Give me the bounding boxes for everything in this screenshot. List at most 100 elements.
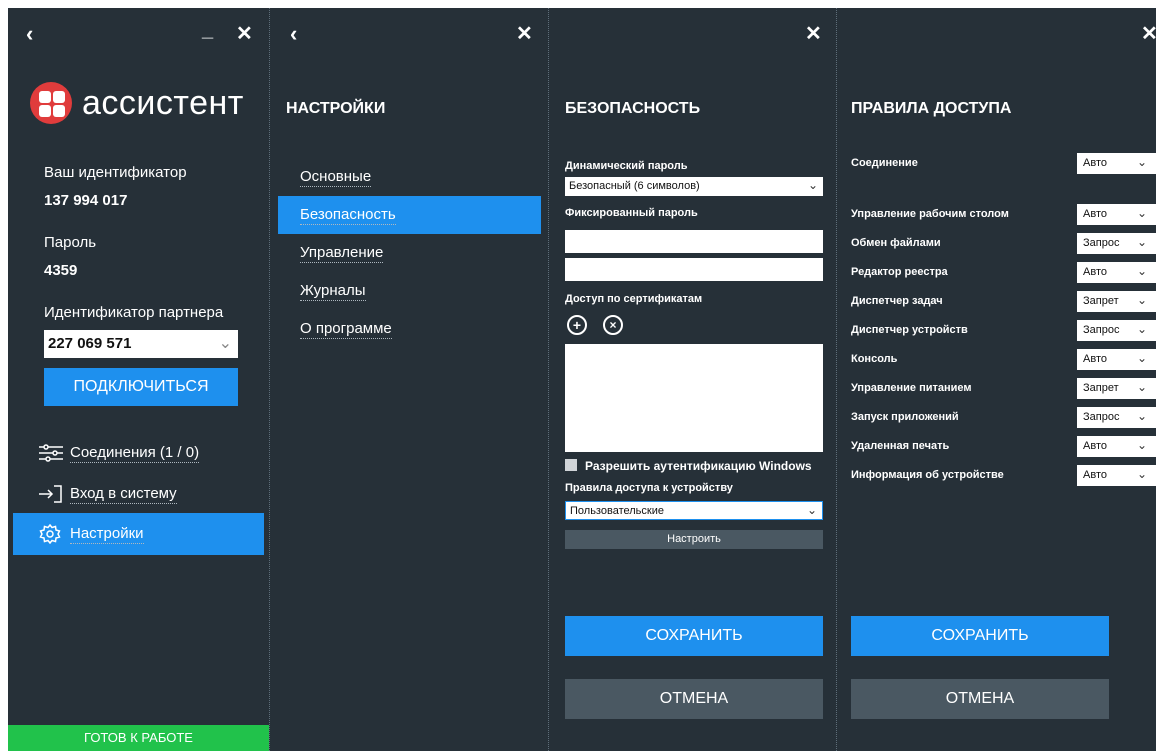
password-label: Пароль [44,234,97,251]
menu-item-label: Соединения (1 / 0) [70,443,200,463]
chevron-down-icon: ⌄ [1137,155,1148,169]
cancel-button[interactable]: ОТМЕНА [565,679,823,719]
chevron-down-icon: ⌄ [1137,380,1148,394]
rule-select[interactable]: Запрет ⌄ [1077,291,1156,312]
menu-item-settings[interactable]: Настройки [38,521,144,547]
close-icon[interactable]: ✕ [236,24,253,44]
brand-logo: ассистент [30,82,244,124]
menu-item-connections[interactable]: Соединения (1 / 0) [38,440,200,466]
rule-row: Консоль Авто ⌄ [851,349,1156,371]
chevron-down-icon: ⌄ [1137,409,1148,423]
rule-label: Консоль [851,353,898,365]
rule-select[interactable]: Запрос ⌄ [1077,233,1156,254]
rule-row: Запуск приложений Запрос ⌄ [851,407,1156,429]
chevron-down-icon: ⌄ [1137,235,1148,249]
back-icon[interactable]: ‹ [290,23,297,45]
rule-label: Удаленная печать [851,440,950,452]
password-value: 4359 [44,262,78,279]
windows-auth-checkbox[interactable] [565,459,577,471]
minimize-icon[interactable]: _ [202,20,213,40]
partner-id-label: Идентификатор партнера [44,304,224,321]
rule-row: Управление рабочим столом Авто ⌄ [851,204,1156,226]
rule-value: Авто [1083,157,1107,169]
rule-row: Диспетчер задач Запрет ⌄ [851,291,1156,313]
rule-row: Информация об устройстве Авто ⌄ [851,465,1156,487]
nav-item-about[interactable]: О программе [300,320,392,339]
rule-label: Редактор реестра [851,266,948,278]
chevron-down-icon: ⌄ [1137,438,1148,452]
rule-select[interactable]: Авто ⌄ [1077,262,1156,283]
rule-label: Управление питанием [851,382,972,394]
rule-row-connection: Соединение Авто ⌄ [851,153,1156,175]
rule-row: Удаленная печать Авто ⌄ [851,436,1156,458]
fixed-password-label: Фиксированный пароль [565,207,698,219]
nav-item-management[interactable]: Управление [300,244,384,263]
rule-value: Авто [1083,353,1107,365]
rule-value: Авто [1083,440,1107,452]
access-rules-panel: ✕ ПРАВИЛА ДОСТУПА Соединение Авто ⌄ Упра… [836,8,1156,751]
rule-row: Управление питанием Запрет ⌄ [851,378,1156,400]
rule-value: Запрет [1083,295,1119,307]
chevron-down-icon: ⌄ [1137,264,1148,278]
nav-item-logs[interactable]: Журналы [300,282,366,301]
chevron-down-icon[interactable]: ⌄ [219,333,232,353]
add-cert-icon[interactable]: + [567,315,587,335]
rule-select[interactable]: Запрет ⌄ [1077,378,1156,399]
windows-auth-label: Разрешить аутентификацию Windows [585,459,812,473]
rule-label: Обмен файлами [851,237,941,249]
rule-select[interactable]: Запрос ⌄ [1077,320,1156,341]
chevron-down-icon: ⌄ [1137,322,1148,336]
assistant-logo-icon [30,82,72,124]
close-icon[interactable]: ✕ [1141,24,1156,44]
chevron-down-icon: ⌄ [1137,351,1148,365]
page-title: ПРАВИЛА ДОСТУПА [851,100,1012,117]
brand-name: ассистент [82,83,244,122]
save-button[interactable]: СОХРАНИТЬ [851,616,1109,656]
rule-row: Обмен файлами Запрос ⌄ [851,233,1156,255]
cert-list[interactable] [565,344,823,452]
fixed-password-input[interactable] [565,230,823,253]
rule-label: Диспетчер устройств [851,324,968,336]
dynamic-password-label: Динамический пароль [565,160,688,172]
rule-select[interactable]: Запрос ⌄ [1077,407,1156,428]
rule-value: Авто [1083,469,1107,481]
rule-row: Редактор реестра Авто ⌄ [851,262,1156,284]
chevron-down-icon: ⌄ [1137,206,1148,220]
connect-button[interactable]: ПОДКЛЮЧИТЬСЯ [44,368,238,406]
close-icon[interactable]: ✕ [805,24,822,44]
rule-value: Запрос [1083,237,1120,249]
dynamic-password-value: Безопасный (6 символов) [569,180,700,192]
rule-select[interactable]: Авто ⌄ [1077,465,1156,486]
security-panel: ✕ БЕЗОПАСНОСТЬ Динамический пароль Безоп… [548,8,836,751]
your-id-value: 137 994 017 [44,192,128,209]
save-button[interactable]: СОХРАНИТЬ [565,616,823,656]
close-icon[interactable]: ✕ [516,24,533,44]
cancel-button[interactable]: ОТМЕНА [851,679,1109,719]
rule-select[interactable]: Авто ⌄ [1077,204,1156,225]
remove-cert-icon[interactable]: × [603,315,623,335]
rule-select[interactable]: Авто ⌄ [1077,349,1156,370]
your-id-label: Ваш идентификатор [44,164,187,181]
rule-label: Запуск приложений [851,411,959,423]
rule-row: Диспетчер устройств Запрос ⌄ [851,320,1156,342]
rule-select[interactable]: Авто ⌄ [1077,153,1156,174]
chevron-down-icon: ⌄ [807,178,818,192]
rule-value: Авто [1083,266,1107,278]
partner-id-combobox[interactable]: 227 069 571 ⌄ [44,330,238,358]
gear-icon [38,523,64,545]
device-rules-select[interactable]: Пользовательские ⌄ [565,501,823,520]
fixed-password-confirm-input[interactable] [565,258,823,281]
configure-button[interactable]: Настроить [565,530,823,549]
nav-item-general[interactable]: Основные [300,168,372,187]
nav-item-security[interactable]: Безопасность [300,206,396,225]
page-title: БЕЗОПАСНОСТЬ [565,100,701,117]
back-icon[interactable]: ‹ [26,23,33,45]
menu-item-login[interactable]: Вход в систему [38,481,177,507]
settings-panel: ‹ ✕ НАСТРОЙКИ Основные Безопасность Упра… [269,8,548,751]
rule-select[interactable]: Авто ⌄ [1077,436,1156,457]
rule-value: Авто [1083,208,1107,220]
rule-value: Запрос [1083,324,1120,336]
assistant-panel: ‹ _ ✕ ассистент Ваш идентификатор 137 99… [8,8,269,751]
dynamic-password-select[interactable]: Безопасный (6 символов) ⌄ [565,177,823,196]
rule-label: Диспетчер задач [851,295,943,307]
